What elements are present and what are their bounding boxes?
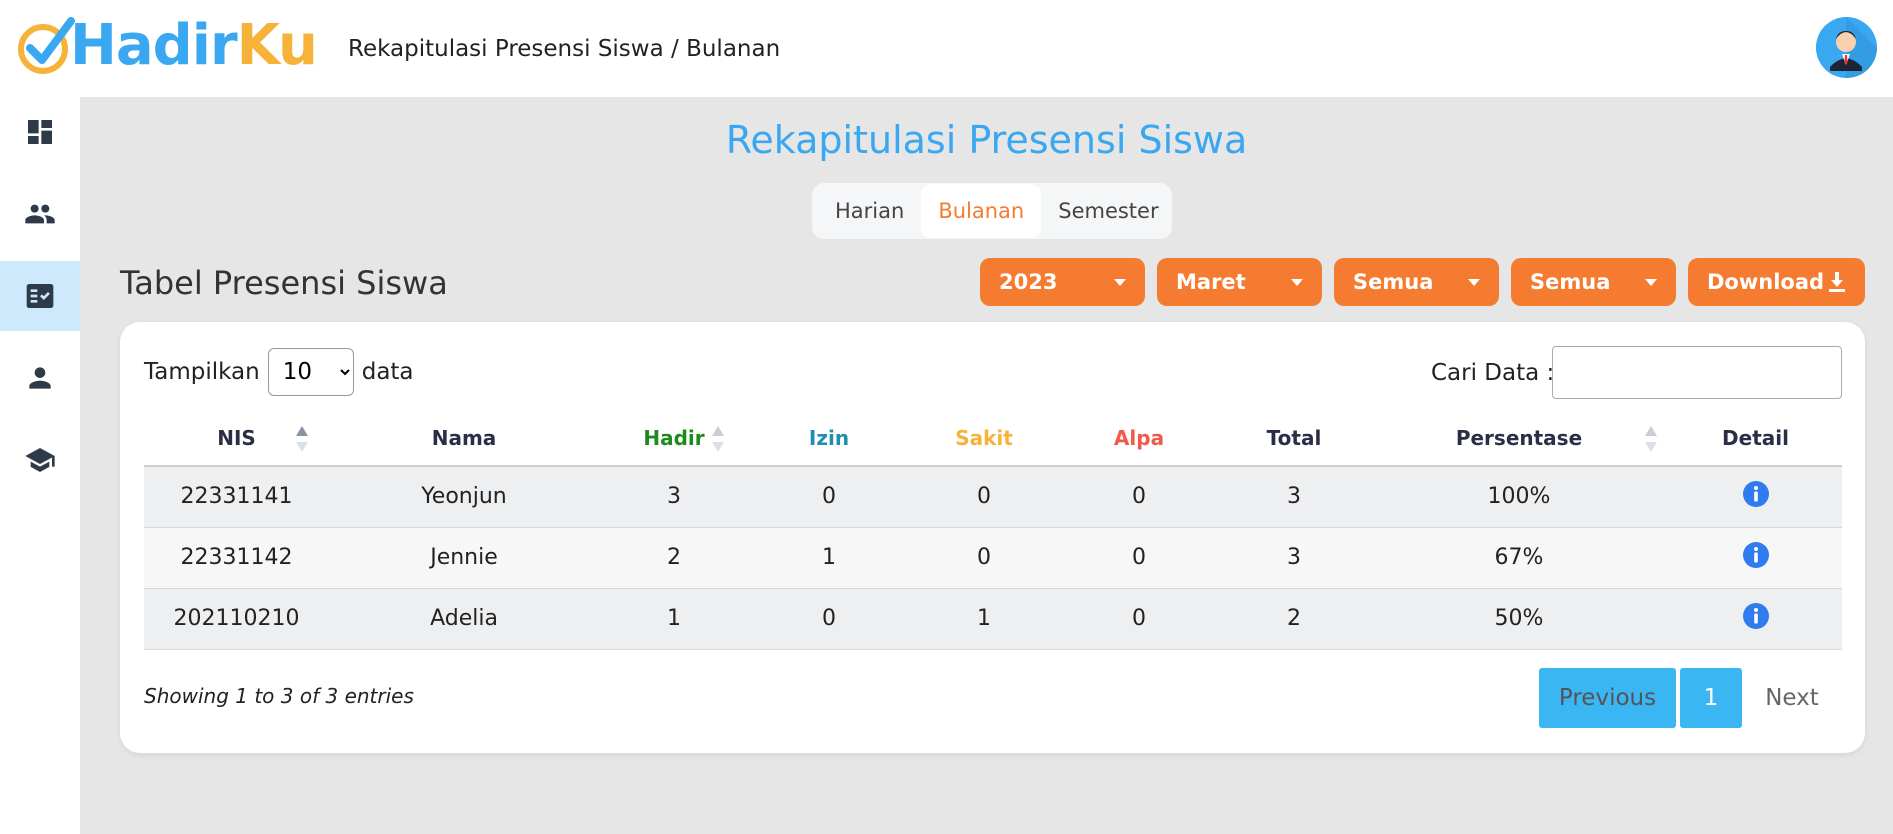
sidebar-item-dashboard[interactable]: [0, 97, 80, 167]
logo-text: HadirKu: [70, 13, 318, 78]
page-size-select[interactable]: 10: [267, 348, 354, 396]
year-value: 2023: [999, 270, 1058, 294]
cell-detail: [1669, 527, 1842, 589]
sidebar: [0, 97, 80, 834]
header-nis[interactable]: NIS: [144, 410, 329, 467]
download-button[interactable]: Download: [1688, 258, 1865, 306]
sort-icon: [1645, 426, 1657, 454]
tab-harian[interactable]: Harian: [818, 184, 921, 238]
cell-persentase: 67%: [1369, 527, 1669, 589]
entries-info: Showing 1 to 3 of 3 entries: [144, 684, 414, 708]
cell-nis: 22331142: [144, 527, 329, 589]
cell-sakit: 0: [909, 527, 1059, 589]
header-hadir: Hadir: [599, 410, 749, 467]
header-persentase[interactable]: Persentase: [1369, 410, 1669, 467]
person-icon: [29, 367, 51, 389]
table-row: 202110210 Adelia 1 0 1 0 2 50%: [144, 588, 1842, 650]
cell-detail: [1669, 588, 1842, 650]
table-header-row: NIS Nama Hadir Izin Sakit Alpa Total Per…: [144, 410, 1842, 467]
header-alpa: Alpa: [1059, 410, 1219, 467]
header-detail: Detail: [1669, 410, 1842, 467]
download-icon: [1829, 272, 1845, 292]
page-title: Rekapitulasi Presensi Siswa: [725, 118, 1248, 162]
class-value: Semua: [1353, 270, 1434, 294]
search-input[interactable]: [1552, 346, 1842, 399]
attendance-table-card: Tampilkan 10 data Cari Data : NIS Nama H…: [120, 322, 1865, 753]
cell-nis: 22331141: [144, 466, 329, 528]
user-avatar[interactable]: [1816, 17, 1877, 78]
user-avatar-icon: [1816, 17, 1877, 78]
caret-down-icon: [1645, 278, 1657, 286]
previous-page-button[interactable]: Previous: [1539, 668, 1676, 728]
sidebar-item-classes[interactable]: [0, 425, 80, 495]
attendance-table: NIS Nama Hadir Izin Sakit Alpa Total Per…: [144, 410, 1842, 650]
next-page-button[interactable]: Next: [1742, 668, 1842, 728]
sidebar-item-students[interactable]: [0, 179, 80, 249]
info-icon[interactable]: [1742, 602, 1770, 630]
caret-down-icon: [1468, 278, 1480, 286]
cell-alpa: 0: [1059, 588, 1219, 650]
table-row: 22331141 Yeonjun 3 0 0 0 3 100%: [144, 466, 1842, 528]
check-logo-icon: [18, 17, 75, 74]
cell-persentase: 50%: [1369, 588, 1669, 650]
period-tabs: Harian Bulanan Semester: [812, 183, 1172, 239]
cell-alpa: 0: [1059, 527, 1219, 589]
month-dropdown[interactable]: Maret: [1157, 258, 1322, 306]
info-icon[interactable]: [1742, 541, 1770, 569]
caret-down-icon: [1114, 278, 1126, 286]
group-icon: [25, 204, 55, 224]
cell-sakit: 1: [909, 588, 1059, 650]
cell-hadir: 3: [599, 466, 749, 528]
filter-bar: 2023 Maret Semua Semua Download: [980, 258, 1865, 306]
pagination: Previous 1 Next: [1539, 668, 1842, 728]
cell-nama: Adelia: [329, 588, 599, 650]
table-row: 22331142 Jennie 2 1 0 0 3 67%: [144, 527, 1842, 589]
cell-persentase: 100%: [1369, 466, 1669, 528]
top-bar: HadirKu Rekapitulasi Presensi Siswa / Bu…: [0, 0, 1893, 97]
cell-total: 2: [1219, 588, 1369, 650]
sidebar-item-attendance[interactable]: [0, 261, 80, 331]
header-total: Total: [1219, 410, 1369, 467]
show-label: Tampilkan: [144, 359, 260, 385]
breadcrumb: Rekapitulasi Presensi Siswa / Bulanan: [348, 36, 781, 62]
data-label: data: [361, 359, 414, 385]
cell-hadir: 1: [599, 588, 749, 650]
section-title: Tabel Presensi Siswa: [120, 264, 448, 302]
dashboard-icon: [28, 120, 52, 144]
cell-hadir: 2: [599, 527, 749, 589]
header-izin: Izin: [749, 410, 909, 467]
group-value: Semua: [1530, 270, 1611, 294]
sidebar-item-profile[interactable]: [0, 343, 80, 413]
header-nama[interactable]: Nama: [329, 410, 724, 467]
year-dropdown[interactable]: 2023: [980, 258, 1145, 306]
month-value: Maret: [1176, 270, 1246, 294]
header-sakit: Sakit: [909, 410, 1059, 467]
page-size-control: Tampilkan 10 data: [144, 348, 414, 396]
attendance-checklist-icon: [26, 284, 54, 308]
group-dropdown[interactable]: Semua: [1511, 258, 1676, 306]
cell-alpa: 0: [1059, 466, 1219, 528]
cell-izin: 0: [749, 588, 909, 650]
info-icon[interactable]: [1742, 480, 1770, 508]
cell-nis: 202110210: [144, 588, 329, 650]
cell-nama: Yeonjun: [329, 466, 599, 528]
cell-nama: Jennie: [329, 527, 599, 589]
search-label: Cari Data :: [1431, 360, 1555, 386]
download-label: Download: [1707, 270, 1825, 294]
caret-down-icon: [1291, 278, 1303, 286]
app-logo[interactable]: HadirKu: [16, 13, 318, 78]
cell-total: 3: [1219, 466, 1369, 528]
class-dropdown[interactable]: Semua: [1334, 258, 1499, 306]
cell-izin: 1: [749, 527, 909, 589]
sort-asc-icon: [296, 426, 308, 454]
cell-total: 3: [1219, 527, 1369, 589]
cell-detail: [1669, 466, 1842, 528]
tab-bulanan[interactable]: Bulanan: [921, 184, 1042, 238]
tab-semester[interactable]: Semester: [1041, 184, 1175, 238]
graduation-cap-icon: [25, 448, 55, 472]
cell-sakit: 0: [909, 466, 1059, 528]
cell-izin: 0: [749, 466, 909, 528]
page-1-button[interactable]: 1: [1680, 668, 1742, 728]
